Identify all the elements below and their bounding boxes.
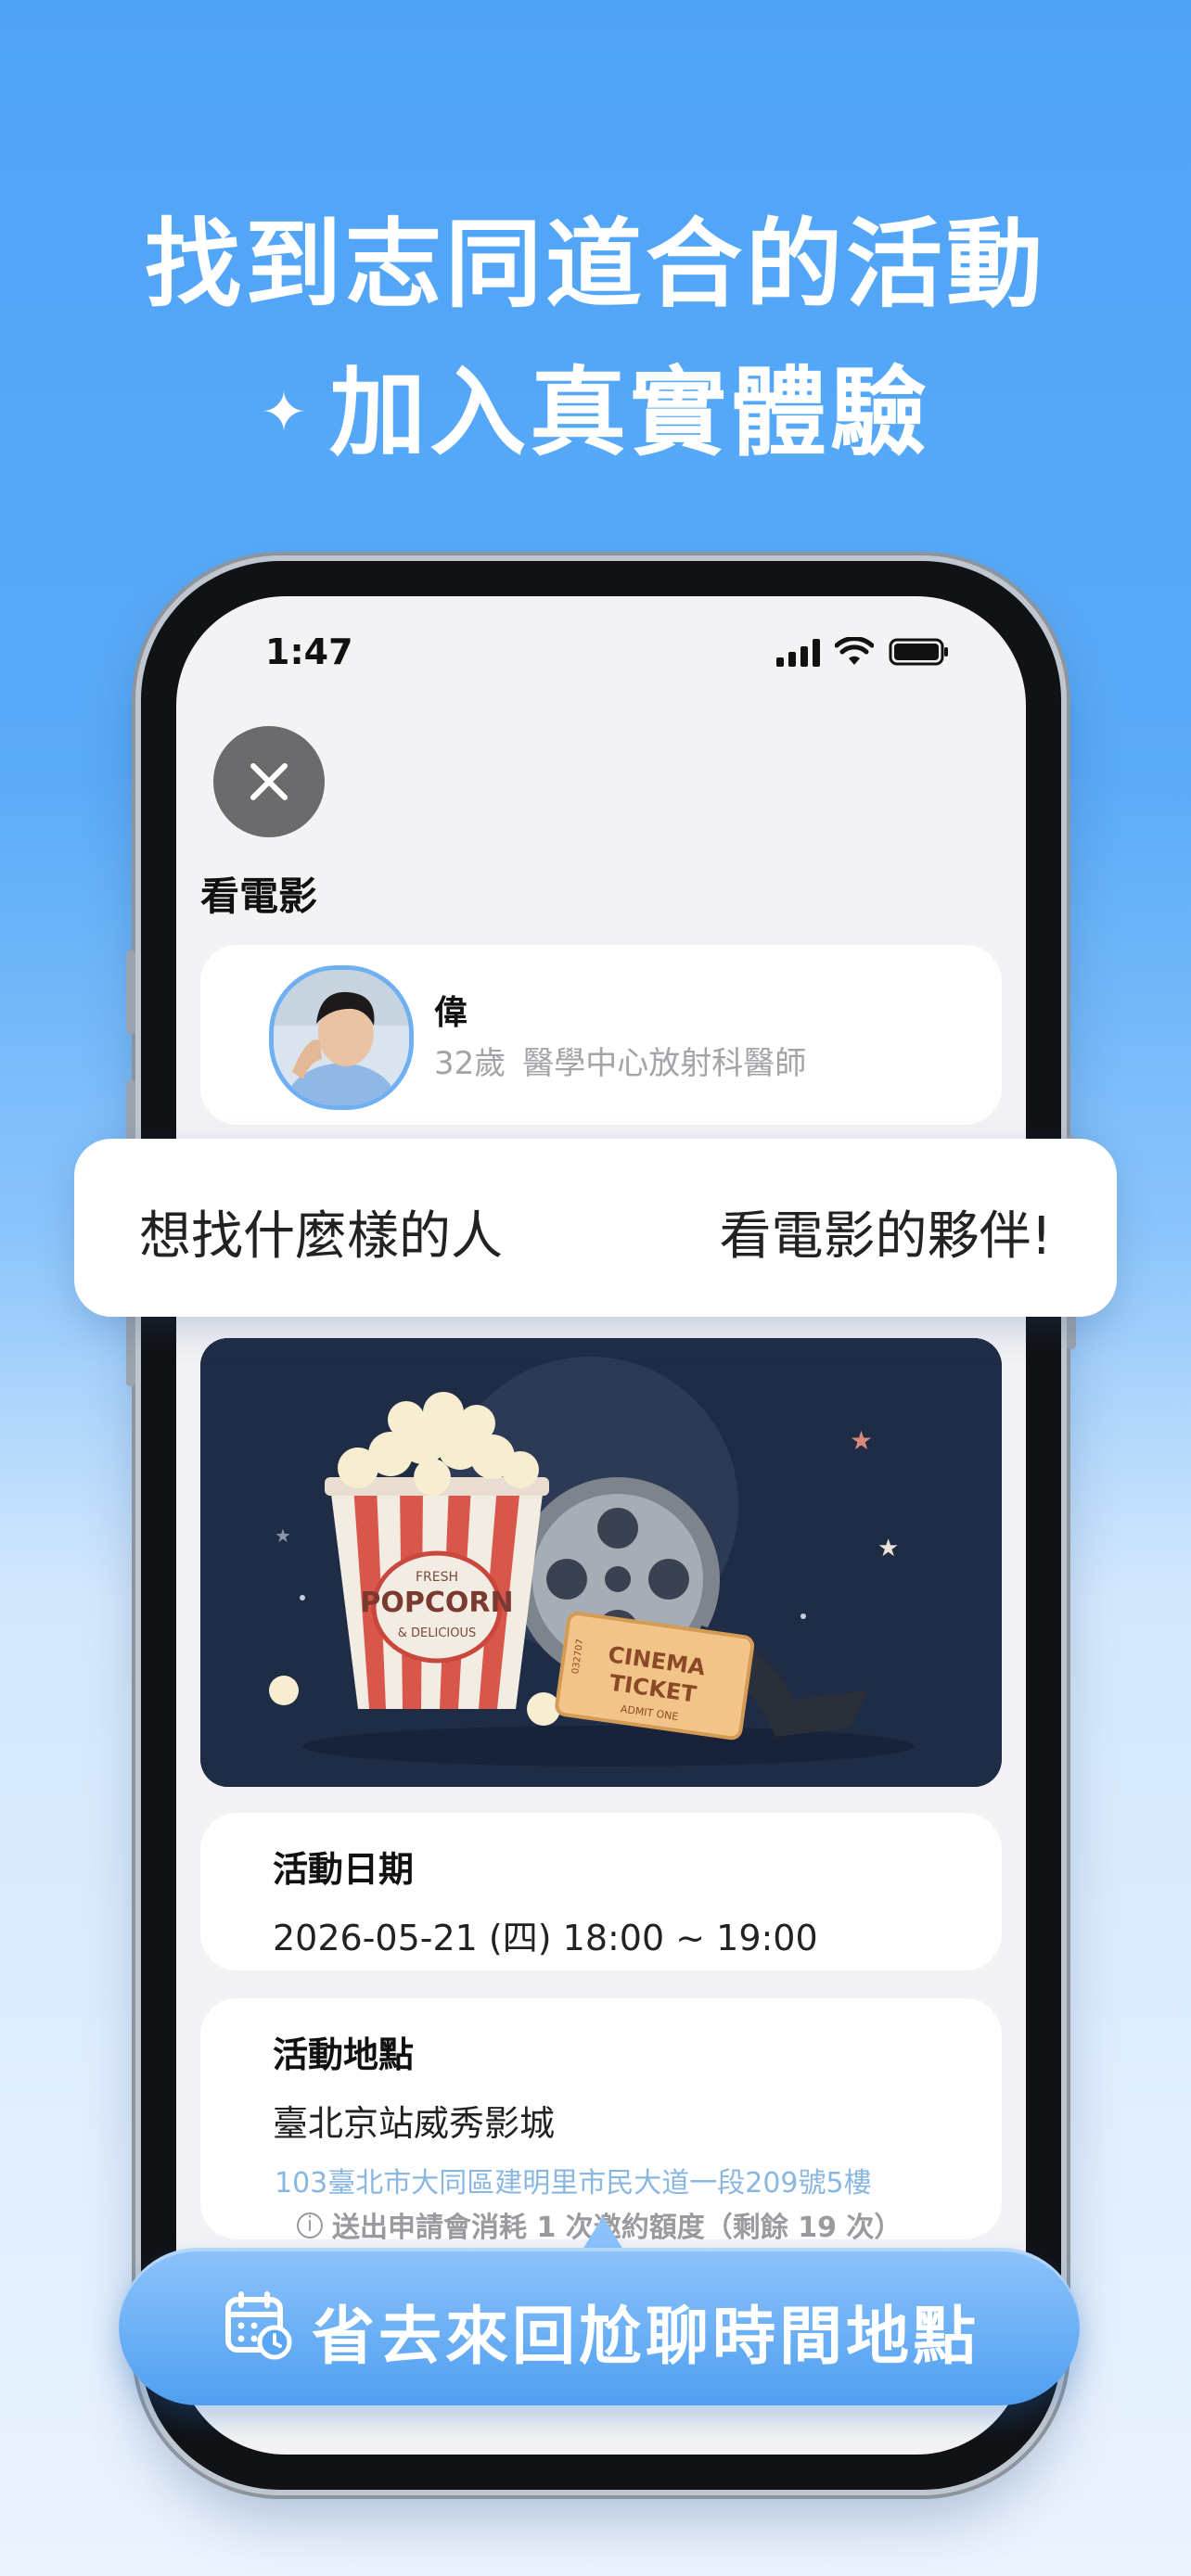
svg-text:★: ★ [877, 1535, 899, 1562]
phone-side-button [126, 950, 135, 1034]
callout-pointer [583, 2216, 623, 2250]
calendar-clock-icon [225, 2291, 292, 2360]
info-icon: i [297, 2212, 323, 2238]
popcorn-sub-label: & DELICIOUS [398, 1626, 476, 1640]
activity-location-card: 活動地點 臺北京站威秀影城 103臺北市大同區建明里市民大道一段209號5樓 i… [200, 1998, 1002, 2244]
status-bar: 1:47 [176, 596, 1026, 708]
callout-pill: 省去來回尬聊時間地點 [119, 2248, 1080, 2405]
status-time: 1:47 [265, 631, 353, 672]
host-name: 偉 [434, 994, 468, 1032]
location-label: 活動地點 [273, 2034, 415, 2075]
looking-for-card: 想找什麼樣的人 看電影的夥伴! [74, 1139, 1117, 1317]
close-icon [250, 763, 288, 800]
popcorn-fresh-label: FRESH [416, 1570, 458, 1585]
status-icons [776, 637, 950, 667]
close-button[interactable] [213, 726, 325, 837]
host-profile-card[interactable]: 偉 32歲 醫學中心放射科醫師 [200, 945, 1002, 1125]
headline-line-2: ✦ 加入真實體驗 [0, 334, 1191, 474]
looking-for-label: 想找什麼樣的人 [139, 1206, 503, 1267]
date-label: 活動日期 [273, 1849, 415, 1890]
svg-text:★: ★ [275, 1524, 291, 1547]
phone-mockup: 1:47 看電影 偉 32歲 醫學中心放射科醫師 ★ ★ ★ FRESH POP… [126, 561, 1076, 2490]
svg-text:★: ★ [850, 1425, 873, 1456]
popcorn-label: POPCORN [360, 1587, 513, 1619]
wifi-icon [835, 637, 874, 665]
host-occupation: 醫學中心放射科醫師 [522, 1045, 807, 1082]
location-venue: 臺北京站威秀影城 [273, 2103, 556, 2144]
headline-line-1: 找到志同道合的活動 [144, 208, 1046, 321]
avatar[interactable] [269, 965, 414, 1110]
callout-text: 省去來回尬聊時間地點 [312, 2301, 980, 2374]
sparkle-icon: ✦ [260, 379, 312, 445]
signal-icon [776, 639, 820, 667]
host-info: 32歲 醫學中心放射科醫師 [434, 1038, 806, 1083]
app-screen: 1:47 看電影 偉 32歲 醫學中心放射科醫師 ★ ★ ★ FRESH POP… [176, 596, 1026, 2455]
battery-icon [889, 638, 948, 666]
activity-image: ★ ★ ★ FRESH POPCORN & DELICIOUS CINEMA T… [200, 1338, 1002, 1787]
date-value: 2026-05-21 (四) 18:00 ~ 19:00 [273, 1918, 818, 1958]
host-age: 32歲 [434, 1045, 506, 1082]
activity-date-card: 活動日期 2026-05-21 (四) 18:00 ~ 19:00 [200, 1813, 1002, 1970]
page-title: 看電影 [200, 874, 318, 919]
headline-line-2-text: 加入真實體驗 [329, 356, 931, 469]
location-address[interactable]: 103臺北市大同區建明里市民大道一段209號5樓 [275, 2160, 872, 2200]
looking-for-value: 看電影的夥伴! [719, 1206, 1052, 1267]
